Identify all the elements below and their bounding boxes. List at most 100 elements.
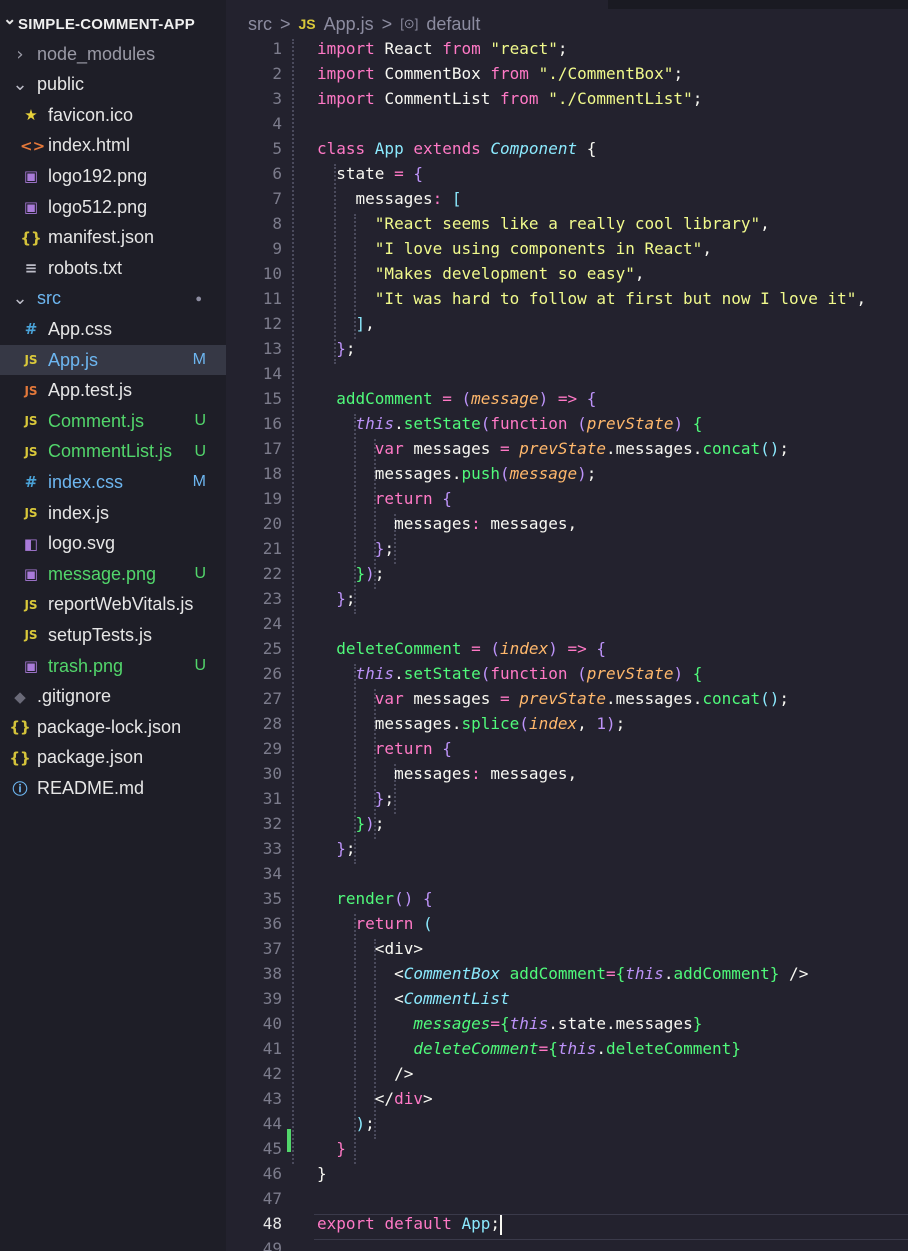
tree-item-index-html[interactable]: <> index.html	[0, 131, 226, 161]
code-line[interactable]: messages: [	[317, 189, 462, 208]
code-line[interactable]: };	[317, 839, 355, 858]
code-token: state	[317, 164, 395, 183]
code-token: ,	[856, 289, 867, 308]
code-editor[interactable]: src > JS App.js > [⊙] default 1 import Re…	[226, 0, 908, 1251]
code-line[interactable]: };	[317, 789, 394, 808]
code-line[interactable]: import CommentList from "./CommentList";	[317, 89, 702, 108]
code-line[interactable]: />	[317, 1064, 413, 1083]
code-token: messages	[317, 514, 472, 533]
line-number: 30	[262, 764, 282, 783]
code-line[interactable]: class App extends Component {	[317, 139, 596, 158]
code-line[interactable]: import CommentBox from "./CommentBox";	[317, 64, 683, 83]
code-line[interactable]: var messages = prevState.messages.concat…	[317, 689, 789, 708]
code-line[interactable]: this.setState(function (prevState) {	[317, 664, 703, 683]
chevron-down-icon[interactable]: ⌄	[3, 9, 16, 29]
tree-item-app-test-js[interactable]: JS App.test.js	[0, 376, 226, 406]
code-token: messages	[317, 1014, 491, 1033]
breadcrumb-folder[interactable]: src	[248, 14, 272, 35]
code-line[interactable]: state = {	[317, 164, 423, 183]
code-line[interactable]: }	[317, 1164, 327, 1183]
code-token: ()	[760, 689, 780, 708]
code-token: .	[596, 1039, 607, 1058]
tree-item-index-js[interactable]: JS index.js	[0, 498, 226, 528]
code-line[interactable]: addComment = (message) => {	[317, 389, 596, 408]
code-token: messages	[317, 189, 433, 208]
tree-item-label: trash.png	[48, 655, 124, 676]
code-line[interactable]: messages: messages,	[317, 764, 577, 783]
chevron-down-icon[interactable]: ⌄	[9, 288, 31, 309]
code-token: (	[480, 664, 491, 683]
tree-item-src[interactable]: ⌄ src ●	[0, 284, 226, 314]
code-line[interactable]: };	[317, 539, 394, 558]
code-line[interactable]: "It was hard to follow at first but now …	[317, 289, 866, 308]
tree-item-index-css[interactable]: # index.css M	[0, 467, 226, 497]
code-line[interactable]: "React seems like a really cool library"…	[317, 214, 770, 233]
code-line[interactable]: }	[317, 1139, 346, 1158]
tree-item-logo192-png[interactable]: ▣ logo192.png	[0, 161, 226, 191]
tree-item-gitignore[interactable]: ◆ .gitignore	[0, 682, 226, 712]
code-line[interactable]: messages.splice(index, 1);	[317, 714, 626, 733]
code-token: )	[577, 464, 587, 483]
image-icon: ▣	[23, 565, 39, 584]
code-line[interactable]: export default App;	[317, 1214, 503, 1235]
code-token: div	[394, 1089, 423, 1108]
code-line[interactable]: </div>	[317, 1089, 433, 1108]
code-line[interactable]: ],	[317, 314, 375, 333]
tree-item-message-png[interactable]: ▣ message.png U	[0, 559, 226, 589]
code-line[interactable]: <CommentList	[317, 989, 510, 1008]
code-line[interactable]: this.setState(function (prevState) {	[317, 414, 703, 433]
tree-item-app-css[interactable]: # App.css	[0, 314, 226, 344]
code-line[interactable]: messages.push(message);	[317, 464, 597, 483]
code-token: "./CommentList"	[548, 89, 693, 108]
tree-item-label: setupTests.js	[48, 624, 153, 645]
tree-item-node-modules[interactable]: › node_modules	[0, 39, 226, 69]
chevron-down-icon[interactable]: ⌄	[9, 74, 31, 95]
code-line[interactable]: deleteComment = (index) => {	[317, 639, 606, 658]
line-number: 21	[262, 539, 282, 558]
tree-item-logo-svg[interactable]: ◧ logo.svg	[0, 529, 226, 559]
code-line[interactable]: messages={this.state.messages}	[317, 1014, 702, 1033]
code-line[interactable]: return {	[317, 489, 452, 508]
code-token: )	[365, 814, 375, 833]
chevron-right-icon[interactable]: ›	[9, 44, 31, 65]
code-line[interactable]: );	[317, 1114, 375, 1133]
tree-item-label: manifest.json	[48, 227, 155, 248]
tree-item-label: index.css	[48, 471, 124, 492]
code-token: ;	[586, 464, 597, 483]
tree-item-reportwebvitals-js[interactable]: JS reportWebVitals.js	[0, 590, 226, 620]
tree-item-public[interactable]: ⌄ public	[0, 70, 226, 100]
code-line[interactable]: render() {	[317, 889, 432, 908]
tree-item-trash-png[interactable]: ▣ trash.png U	[0, 651, 226, 681]
code-line[interactable]: <CommentBox addComment={this.addComment}…	[317, 964, 808, 983]
tree-item-favicon-ico[interactable]: ★ favicon.ico	[0, 100, 226, 130]
explorer-sidebar: ⌄ SIMPLE-COMMENT-APP › node_modules ⌄ publi…	[0, 0, 226, 1251]
code-line[interactable]: <div>	[317, 939, 423, 958]
tree-item-comment-js[interactable]: JS Comment.js U	[0, 406, 226, 436]
tree-item-setuptests-js[interactable]: JS setupTests.js	[0, 620, 226, 650]
code-line[interactable]: messages: messages,	[317, 514, 577, 533]
breadcrumb-file[interactable]: App.js	[324, 14, 374, 35]
code-line[interactable]: import React from "react";	[317, 39, 567, 58]
tree-item-logo512-png[interactable]: ▣ logo512.png	[0, 192, 226, 222]
tree-item-manifest-json[interactable]: {} manifest.json	[0, 223, 226, 253]
code-line[interactable]: var messages = prevState.messages.concat…	[317, 439, 789, 458]
code-line[interactable]: });	[317, 814, 385, 833]
code-line[interactable]: });	[317, 564, 385, 583]
tree-item-robots-txt[interactable]: ≡ robots.txt	[0, 253, 226, 283]
tree-item-commentlist-js[interactable]: JS CommentList.js U	[0, 437, 226, 467]
code-line[interactable]: "Makes development so easy",	[317, 264, 645, 283]
code-line[interactable]: };	[317, 589, 355, 608]
tree-item-package-lock-json[interactable]: {} package-lock.json	[0, 712, 226, 742]
star-icon: ★	[24, 106, 38, 125]
breadcrumb-symbol[interactable]: default	[426, 14, 480, 35]
code-line[interactable]: "I love using components in React",	[317, 239, 712, 258]
code-line[interactable]: return {	[317, 739, 452, 758]
code-line[interactable]: deleteComment={this.deleteComment}	[317, 1039, 741, 1058]
tree-item-readme-md[interactable]: ⓘ README.md	[0, 773, 226, 803]
code-line[interactable]: return (	[317, 914, 433, 933]
code-token: return	[317, 489, 443, 508]
tree-item-app-js[interactable]: JS App.js M	[0, 345, 226, 375]
line-number: 36	[262, 914, 282, 933]
code-line[interactable]: };	[317, 339, 355, 358]
tree-item-package-json[interactable]: {} package.json	[0, 743, 226, 773]
